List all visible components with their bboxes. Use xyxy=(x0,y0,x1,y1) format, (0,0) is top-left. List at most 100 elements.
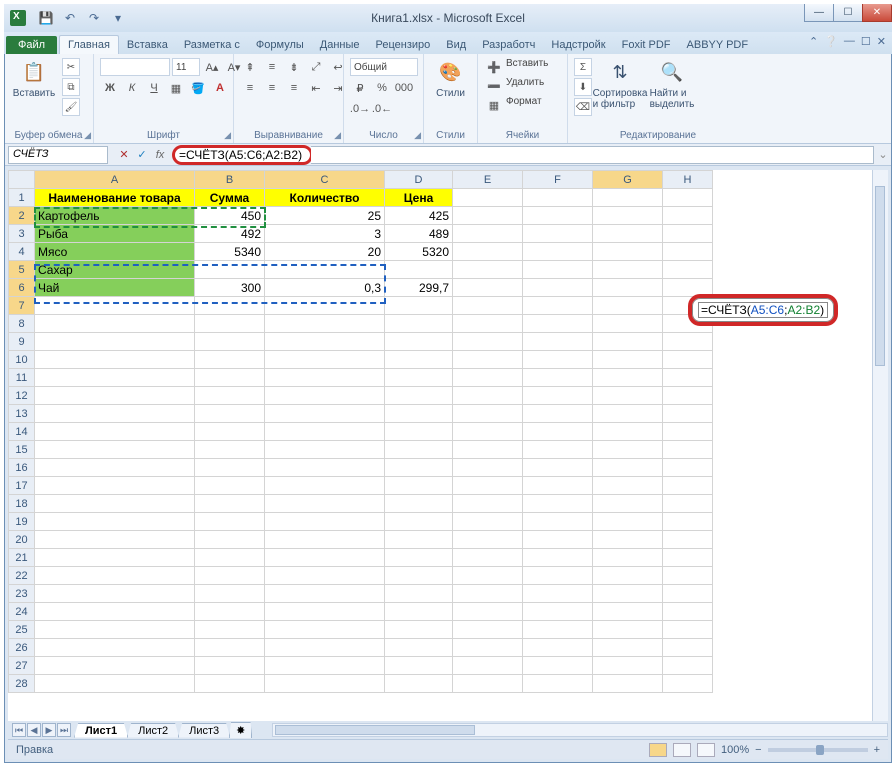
cell[interactable] xyxy=(35,405,195,423)
row-header[interactable]: 2 xyxy=(9,207,35,225)
cell[interactable] xyxy=(593,333,663,351)
cell[interactable] xyxy=(35,315,195,333)
row-header[interactable]: 9 xyxy=(9,333,35,351)
sheet-tab-2[interactable]: Лист2 xyxy=(127,723,179,738)
cell[interactable]: Наименование товара xyxy=(35,189,195,207)
cell[interactable] xyxy=(35,297,195,315)
clipboard-launcher-icon[interactable]: ◢ xyxy=(84,130,91,141)
col-header-c[interactable]: C xyxy=(265,171,385,189)
cell[interactable] xyxy=(195,567,265,585)
col-header-a[interactable]: A xyxy=(35,171,195,189)
cell[interactable] xyxy=(453,495,523,513)
number-launcher-icon[interactable]: ◢ xyxy=(414,130,421,141)
cell[interactable] xyxy=(195,333,265,351)
cell[interactable] xyxy=(523,297,593,315)
cell[interactable]: Сахар xyxy=(35,261,195,279)
cell[interactable] xyxy=(35,387,195,405)
cell[interactable] xyxy=(195,513,265,531)
minimize-button[interactable]: — xyxy=(804,4,834,22)
cell[interactable] xyxy=(385,531,453,549)
cell[interactable] xyxy=(265,387,385,405)
cell[interactable]: Сумма xyxy=(195,189,265,207)
maximize-button[interactable]: ☐ xyxy=(833,4,863,22)
row-header[interactable]: 25 xyxy=(9,621,35,639)
cell[interactable] xyxy=(35,513,195,531)
cell[interactable] xyxy=(385,495,453,513)
sheet-nav-first-icon[interactable]: ⏮ xyxy=(12,723,26,737)
ribbon-minimize-icon[interactable]: ⌃ xyxy=(809,35,818,48)
cell[interactable] xyxy=(385,315,453,333)
cell[interactable] xyxy=(385,459,453,477)
undo-icon[interactable]: ↶ xyxy=(60,8,80,28)
row-header[interactable]: 6 xyxy=(9,279,35,297)
increase-decimal-icon[interactable]: .0→ xyxy=(350,100,370,118)
find-select-button[interactable]: 🔍 Найти и выделить xyxy=(648,58,696,110)
cell[interactable] xyxy=(663,441,713,459)
cell[interactable] xyxy=(265,657,385,675)
clear-icon[interactable]: ⌫ xyxy=(574,98,592,116)
cell[interactable] xyxy=(663,513,713,531)
select-all-corner[interactable] xyxy=(9,171,35,189)
row-header[interactable]: 28 xyxy=(9,675,35,693)
cell[interactable] xyxy=(265,423,385,441)
tab-layout[interactable]: Разметка с xyxy=(176,36,248,54)
cell[interactable] xyxy=(265,603,385,621)
cell[interactable] xyxy=(453,531,523,549)
increase-font-icon[interactable]: A▴ xyxy=(202,58,222,76)
cell[interactable] xyxy=(195,585,265,603)
align-top-icon[interactable]: ⇞ xyxy=(240,58,260,76)
cell[interactable] xyxy=(593,423,663,441)
cell[interactable] xyxy=(453,567,523,585)
cell[interactable] xyxy=(523,315,593,333)
cell[interactable] xyxy=(385,657,453,675)
cell[interactable] xyxy=(523,531,593,549)
cell[interactable] xyxy=(593,225,663,243)
cell[interactable] xyxy=(523,225,593,243)
cell[interactable] xyxy=(453,297,523,315)
align-center-icon[interactable]: ≡ xyxy=(262,79,282,97)
align-middle-icon[interactable]: ≡ xyxy=(262,58,282,76)
cell[interactable]: Картофель xyxy=(35,207,195,225)
cell[interactable] xyxy=(663,657,713,675)
cell[interactable] xyxy=(593,567,663,585)
new-sheet-button[interactable]: ✸ xyxy=(229,722,252,738)
cell[interactable] xyxy=(265,297,385,315)
cell[interactable] xyxy=(195,369,265,387)
formula-bar-extension[interactable] xyxy=(311,146,874,164)
cell[interactable] xyxy=(195,261,265,279)
cut-icon[interactable]: ✂ xyxy=(62,58,80,76)
cell[interactable] xyxy=(523,459,593,477)
tab-file[interactable]: Файл xyxy=(6,36,57,54)
zoom-in-icon[interactable]: + xyxy=(874,744,880,756)
tab-review[interactable]: Рецензиро xyxy=(368,36,439,54)
view-page-layout-icon[interactable] xyxy=(673,743,691,757)
cell[interactable]: Мясо xyxy=(35,243,195,261)
cell[interactable] xyxy=(35,351,195,369)
cell[interactable] xyxy=(195,549,265,567)
doc-minimize-icon[interactable]: — xyxy=(844,35,855,48)
cell[interactable] xyxy=(385,387,453,405)
cell[interactable] xyxy=(663,639,713,657)
cell[interactable] xyxy=(195,387,265,405)
row-header[interactable]: 3 xyxy=(9,225,35,243)
underline-button[interactable]: Ч xyxy=(144,79,164,97)
zoom-level[interactable]: 100% xyxy=(721,744,749,756)
cell[interactable] xyxy=(385,513,453,531)
spreadsheet-grid[interactable]: A B C D E F G H 1 Наименование товара Су… xyxy=(8,170,713,693)
tab-abbyy[interactable]: ABBYY PDF xyxy=(679,36,757,54)
cell[interactable] xyxy=(593,243,663,261)
cell[interactable] xyxy=(195,441,265,459)
row-header[interactable]: 18 xyxy=(9,495,35,513)
cell[interactable]: 3 xyxy=(265,225,385,243)
cell[interactable] xyxy=(195,621,265,639)
save-icon[interactable]: 💾 xyxy=(36,8,56,28)
cell[interactable] xyxy=(663,333,713,351)
cell[interactable] xyxy=(35,531,195,549)
cell[interactable] xyxy=(523,189,593,207)
cell[interactable] xyxy=(265,405,385,423)
cell[interactable] xyxy=(265,621,385,639)
delete-cells-button[interactable]: ➖Удалить xyxy=(484,77,544,95)
cell[interactable] xyxy=(523,351,593,369)
cell[interactable] xyxy=(523,423,593,441)
cell[interactable] xyxy=(523,621,593,639)
